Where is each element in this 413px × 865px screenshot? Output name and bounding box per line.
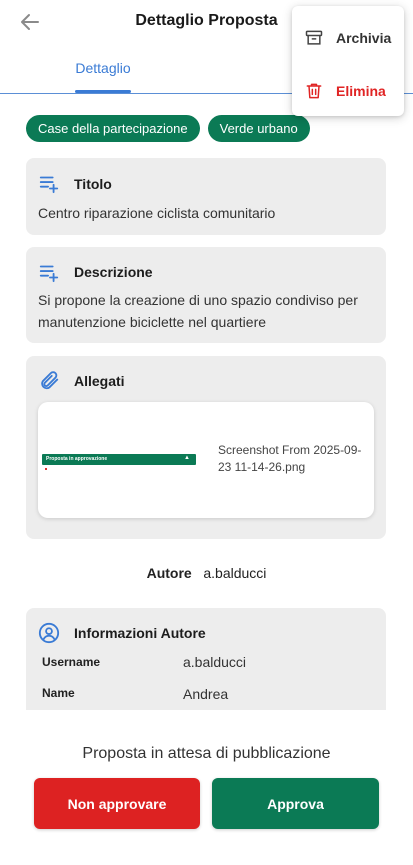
trash-icon <box>306 83 322 99</box>
tag-chip[interactable]: Verde urbano <box>207 115 310 142</box>
menu-item-label: Elimina <box>336 83 386 99</box>
author-value: a.balducci <box>203 565 267 581</box>
proposal-description-text: Si propone la creazione di uno spazio co… <box>38 292 358 330</box>
proposal-detail-screen: Dettaglio Proposta Dettaglio Case della … <box>0 0 413 865</box>
attachments-card: Allegati Proposta in approvazione ▲ Scre… <box>26 356 386 539</box>
thumbnail-text: Proposta in approvazione <box>46 456 108 462</box>
user-circle-icon <box>38 622 60 644</box>
approve-button[interactable]: Approva <box>212 778 379 829</box>
attachment-file-name: Screenshot From 2025-09-23 11-14-26.png <box>218 443 362 474</box>
thumbnail-dot <box>45 468 47 470</box>
attachment-item[interactable]: Proposta in approvazione ▲ Screenshot Fr… <box>38 402 374 518</box>
title-card-heading: Titolo <box>74 176 112 192</box>
author-label: Autore <box>146 565 192 581</box>
info-value-name: Andrea <box>183 686 229 702</box>
list-add-icon <box>39 265 59 283</box>
menu-item-label: Archivia <box>336 30 392 46</box>
menu-item-delete[interactable]: Elimina <box>292 71 404 111</box>
author-line: Autore a.balducci <box>0 565 413 581</box>
chevron-up-icon: ▲ <box>184 455 190 461</box>
archive-icon <box>305 30 323 45</box>
info-label-name: Name <box>42 686 75 700</box>
proposal-title-text: Centro riparazione ciclista comunitario <box>38 205 276 221</box>
tag-chip[interactable]: Case della partecipazione <box>26 115 200 142</box>
thumbnail-bar: Proposta in approvazione ▲ <box>42 454 196 465</box>
proposal-status-text: Proposta in attesa di pubblicazione <box>82 745 331 762</box>
paperclip-icon <box>41 371 59 390</box>
info-label-username: Username <box>42 655 101 669</box>
content-scroll-area[interactable]: Case della partecipazione Verde urbano T… <box>0 100 413 710</box>
author-info-heading: Informazioni Autore <box>74 625 206 641</box>
title-card: Titolo Centro riparazione ciclista comun… <box>26 158 386 235</box>
description-card-heading: Descrizione <box>74 264 153 280</box>
overflow-menu: Archivia Elimina <box>292 6 404 116</box>
reject-button[interactable]: Non approvare <box>34 778 200 829</box>
description-card: Descrizione Si propone la creazione di u… <box>26 247 386 343</box>
author-info-card: Informazioni Autore Username a.balducci … <box>26 608 386 710</box>
menu-item-archive[interactable]: Archivia <box>292 18 404 58</box>
attachments-card-heading: Allegati <box>74 373 125 389</box>
active-tab-indicator <box>75 90 131 93</box>
tag-list: Case della partecipazione Verde urbano <box>26 115 310 142</box>
list-add-icon <box>39 176 59 194</box>
tab-dettaglio[interactable]: Dettaglio <box>48 60 158 76</box>
attachment-thumbnail: Proposta in approvazione ▲ <box>42 454 200 470</box>
info-value-username: a.balducci <box>183 654 247 670</box>
